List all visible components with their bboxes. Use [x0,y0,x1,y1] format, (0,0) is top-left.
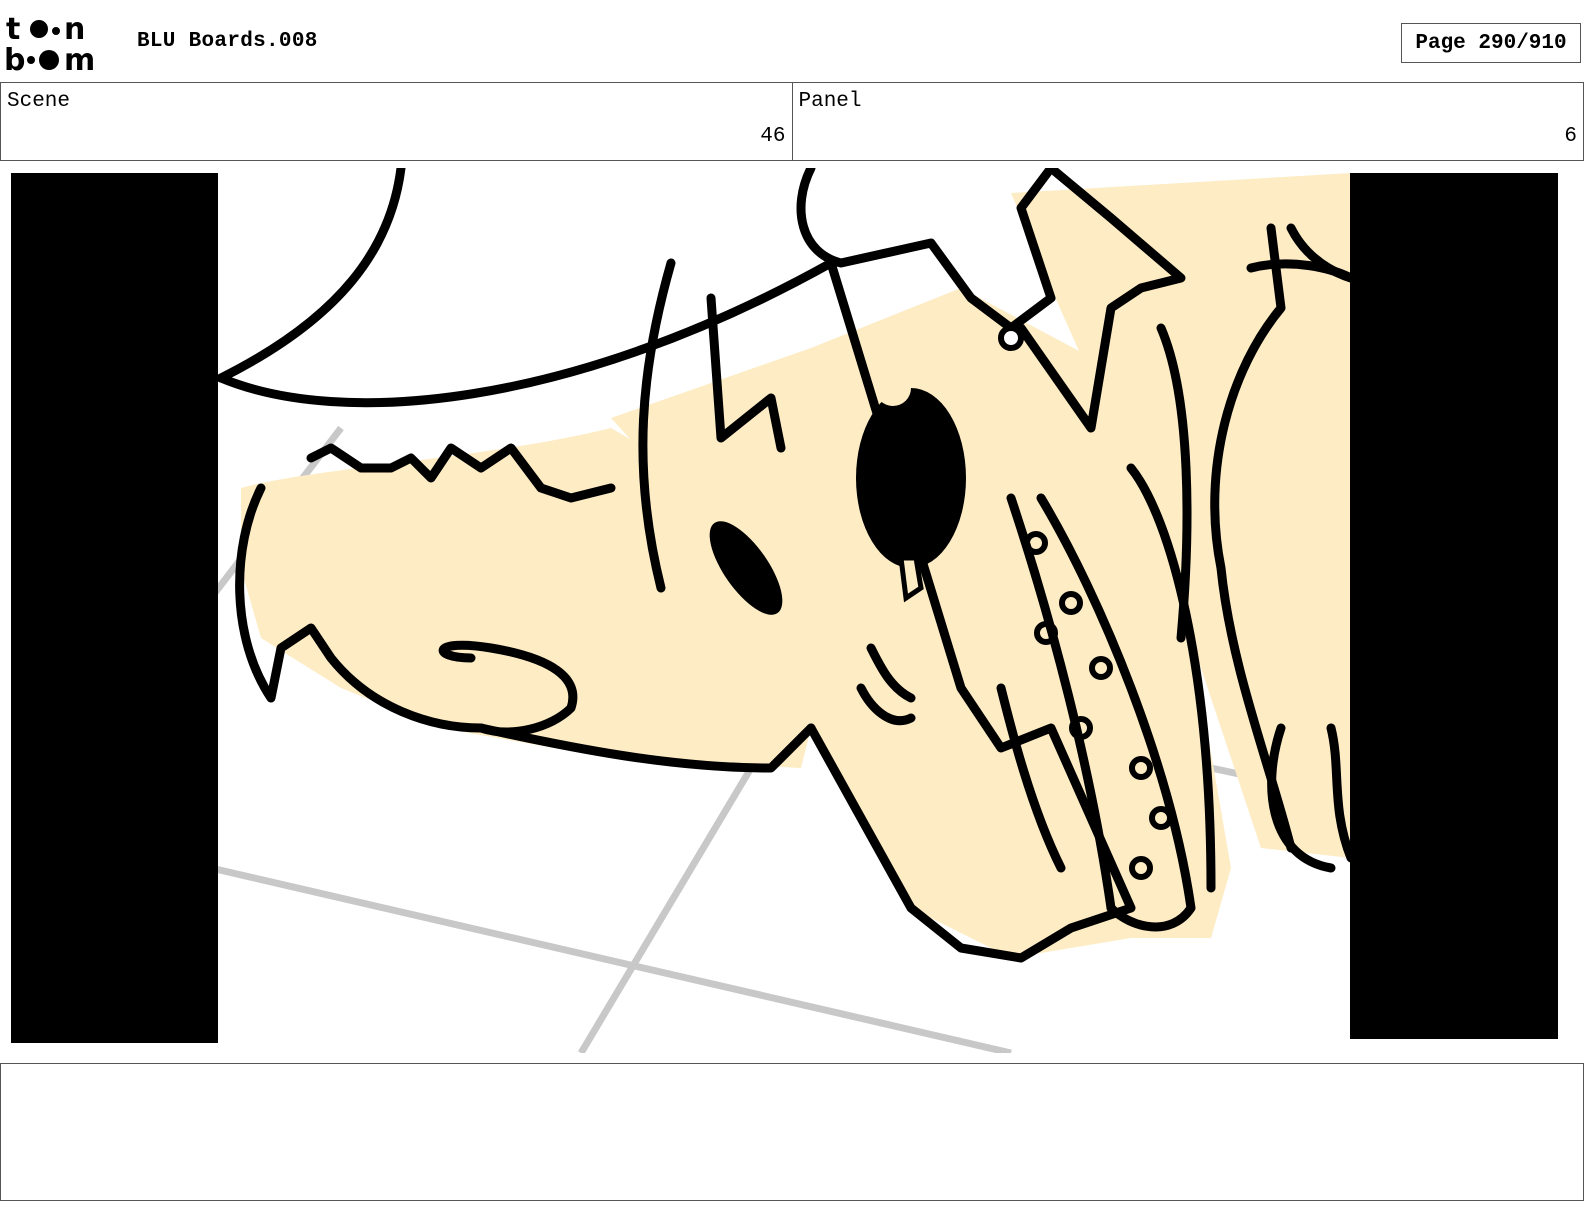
svg-text:t: t [6,12,20,47]
svg-text:n: n [64,12,85,47]
document-title: BLU Boards.008 [137,30,318,53]
svg-text:b: b [4,43,25,74]
page-indicator: Page 290/910 [1401,23,1581,63]
scene-cell: Scene 46 [1,83,792,160]
toon-boom-logo: t n b m [4,12,95,74]
storyboard-panel-image [11,168,1573,1053]
scene-panel-info: Scene 46 Panel 6 [0,82,1584,161]
panel-notes-box [0,1063,1584,1201]
svg-text:m: m [64,43,95,74]
panel-cell: Panel 6 [791,83,1584,160]
right-letterbox-bar [1350,173,1558,1039]
sketch-drawing [11,168,1558,1053]
scene-number: 46 [760,125,786,148]
scene-label: Scene [7,90,71,113]
panel-label: Panel [798,90,862,113]
panel-number: 6 [1564,125,1577,148]
left-letterbox-bar [11,173,218,1043]
